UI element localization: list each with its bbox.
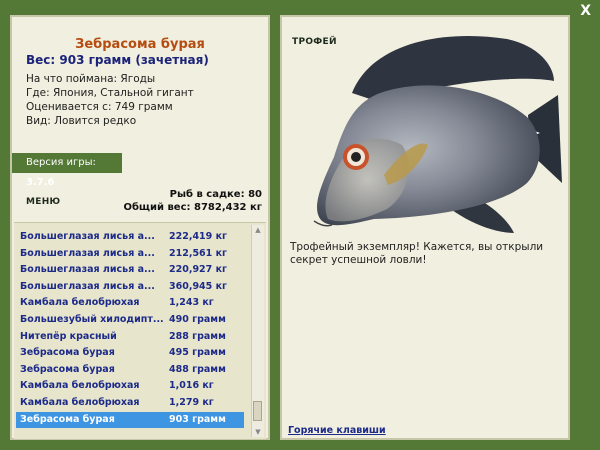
- catch-row[interactable]: Камбала белобрюхая 1,016 кг: [16, 378, 244, 394]
- scrollbar[interactable]: ▲ ▼: [251, 225, 264, 437]
- scroll-up-icon[interactable]: ▲: [252, 225, 264, 235]
- catch-fish-weight: 495 грамм: [169, 347, 226, 359]
- catch-fish-weight: 903 грамм: [169, 413, 226, 425]
- catch-fish-name: Камбала белобрюхая: [20, 397, 140, 408]
- catch-row[interactable]: Камбала белобрюхая 1,279 кг: [16, 395, 244, 411]
- catch-fish-weight: 212,561 кг: [169, 247, 227, 259]
- catch-fish-name: Большеглазая лисья а...: [20, 247, 155, 259]
- rarity-info: Вид: Ловится редко: [26, 115, 137, 127]
- total-weight: Общий вес: 8782,432 кг: [123, 202, 262, 213]
- catch-fish-weight: 1,279 кг: [169, 397, 214, 408]
- version-bar: Версия игры: 3.7.6: [12, 153, 122, 188]
- location-info: Где: Япония, Стальной гигант: [26, 87, 194, 99]
- scroll-thumb[interactable]: [253, 401, 262, 421]
- catch-list[interactable]: Большеглазая лисья а... 222,419 кг Большег…: [14, 222, 266, 439]
- catch-fish-name: Нитепёр красный: [20, 330, 117, 342]
- threshold-info: Оценивается с: 749 грамм: [26, 101, 173, 113]
- catch-fish-weight: 490 грамм: [169, 314, 226, 325]
- hotkeys-link[interactable]: Горячие клавиши: [288, 425, 386, 436]
- keepnet-stats: Рыб в садке: 80 Общий вес: 8782,432 кг: [123, 188, 262, 214]
- catch-fish-name: Камбала белобрюхая: [20, 380, 140, 392]
- fish-name: Зебрасома бурая: [75, 37, 205, 52]
- fish-info-panel: Зебрасома бурая Вес: 903 грамм (зачетная…: [10, 15, 270, 440]
- catch-fish-weight: 288 грамм: [169, 330, 226, 342]
- catch-fish-weight: 1,243 кг: [169, 297, 214, 309]
- catch-fish-weight: 360,945 кг: [169, 280, 227, 292]
- catch-fish-name: Большезубый хилодипт...: [20, 314, 164, 325]
- catch-row[interactable]: Камбала белобрюхая 1,243 кг: [16, 295, 244, 311]
- catch-fish-name: Зебрасома бурая: [20, 363, 115, 375]
- catch-fish-name: Большеглазая лисья а...: [20, 264, 155, 276]
- trophy-label: ТРОФЕЙ: [292, 37, 337, 47]
- catch-fish-weight: 1,016 кг: [169, 380, 214, 392]
- scroll-down-icon[interactable]: ▼: [252, 427, 264, 437]
- catch-row[interactable]: Большеглазая лисья а... 360,945 кг: [16, 279, 244, 295]
- menu-button[interactable]: МЕНЮ: [26, 197, 60, 207]
- catch-fish-name: Большеглазая лисья а...: [20, 231, 155, 242]
- fish-weight: Вес: 903 грамм (зачетная): [26, 53, 209, 67]
- version-label: Версия игры:: [26, 157, 96, 168]
- catch-row[interactable]: Большезубый хилодипт... 490 грамм: [16, 312, 244, 328]
- version-value: 3.7.6: [26, 177, 55, 188]
- catch-row[interactable]: Зебрасома бурая 488 грамм: [16, 362, 244, 378]
- catch-row[interactable]: Зебрасома бурая 495 грамм: [16, 345, 244, 361]
- catch-row[interactable]: Большеглазая лисья а... 212,561 кг: [16, 246, 244, 262]
- fish-count: Рыб в садке: 80: [169, 189, 262, 200]
- catch-row[interactable]: Большеглазая лисья а... 220,927 кг: [16, 262, 244, 278]
- catch-fish-weight: 222,419 кг: [169, 231, 227, 242]
- catch-fish-name: Зебрасома бурая: [20, 413, 115, 425]
- bait-info: На что поймана: Ягоды: [26, 73, 156, 85]
- catch-row[interactable]: Зебрасома бурая 903 грамм: [16, 411, 244, 428]
- trophy-description: Трофейный экземпляр! Кажется, вы открыли…: [290, 241, 544, 266]
- catch-row[interactable]: Нитепёр красный 288 грамм: [16, 329, 244, 345]
- catch-fish-name: Большеглазая лисья а...: [20, 280, 155, 292]
- catch-fish-name: Зебрасома бурая: [20, 347, 115, 359]
- catch-row[interactable]: Большеглазая лисья а... 222,419 кг: [16, 229, 244, 245]
- close-button[interactable]: X: [580, 3, 591, 19]
- catch-fish-weight: 220,927 кг: [169, 264, 227, 276]
- fish-image: [313, 35, 562, 233]
- catch-fish-weight: 488 грамм: [169, 363, 226, 375]
- catch-fish-name: Камбала белобрюхая: [20, 297, 140, 309]
- trophy-panel: ТРОФЕЙ Трофейный экземпляр! Кажется, вы …: [280, 15, 570, 440]
